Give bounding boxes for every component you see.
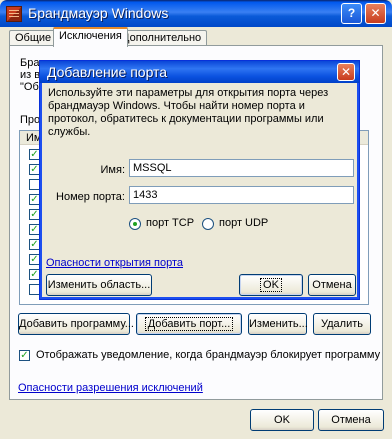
- edit-button[interactable]: Изменить...: [248, 313, 308, 335]
- add-port-button[interactable]: Добавить порт...: [136, 313, 242, 335]
- firewall-icon: [6, 6, 22, 22]
- dialog-titlebar[interactable]: Добавление порта ✕: [40, 61, 359, 83]
- dialog-title: Добавление порта: [47, 64, 168, 80]
- dialog-cancel-button[interactable]: Отмена: [308, 274, 356, 296]
- dialog-description: Используйте эти параметры для открытия п…: [48, 87, 329, 138]
- change-scope-button[interactable]: Изменить область...: [46, 274, 152, 296]
- add-port-dialog: Добавление порта ✕ Используйте эти парам…: [39, 60, 360, 300]
- port-number-input[interactable]: [129, 186, 354, 204]
- notify-checkbox[interactable]: ✓: [19, 350, 30, 361]
- window-titlebar[interactable]: Брандмауэр Windows ? ✕: [0, 0, 392, 27]
- dialog-ok-label: OK: [260, 278, 282, 292]
- udp-radio-label[interactable]: порт UDP: [219, 217, 268, 229]
- name-input[interactable]: [129, 159, 354, 177]
- tab-advanced[interactable]: Дополнительно: [116, 30, 208, 46]
- notify-label: Отображать уведомление, когда брандмауэр…: [36, 349, 381, 361]
- port-danger-link[interactable]: Опасности открытия порта: [46, 257, 183, 269]
- window-title: Брандмауэр Windows: [28, 5, 169, 21]
- tab-general[interactable]: Общие: [9, 30, 58, 46]
- ok-button[interactable]: OK: [250, 409, 314, 431]
- add-port-button-label: Добавить порт...: [144, 317, 234, 331]
- port-number-label: Номер порта:: [56, 191, 125, 203]
- exceptions-danger-link[interactable]: Опасности разрешения исключений: [18, 382, 203, 394]
- tcp-radio[interactable]: [129, 218, 141, 230]
- tab-exceptions[interactable]: Исключения: [53, 27, 128, 47]
- tcp-radio-label[interactable]: порт TCP: [146, 217, 194, 229]
- cancel-button[interactable]: Отмена: [318, 409, 384, 431]
- name-label: Имя:: [100, 164, 125, 176]
- close-icon[interactable]: ✕: [365, 3, 386, 24]
- dialog-close-icon[interactable]: ✕: [337, 63, 355, 81]
- dialog-ok-button[interactable]: OK: [239, 274, 303, 296]
- udp-radio[interactable]: [202, 218, 214, 230]
- help-icon[interactable]: ?: [341, 3, 362, 24]
- add-program-button[interactable]: Добавить программу...: [18, 313, 134, 335]
- delete-button[interactable]: Удалить: [313, 313, 371, 335]
